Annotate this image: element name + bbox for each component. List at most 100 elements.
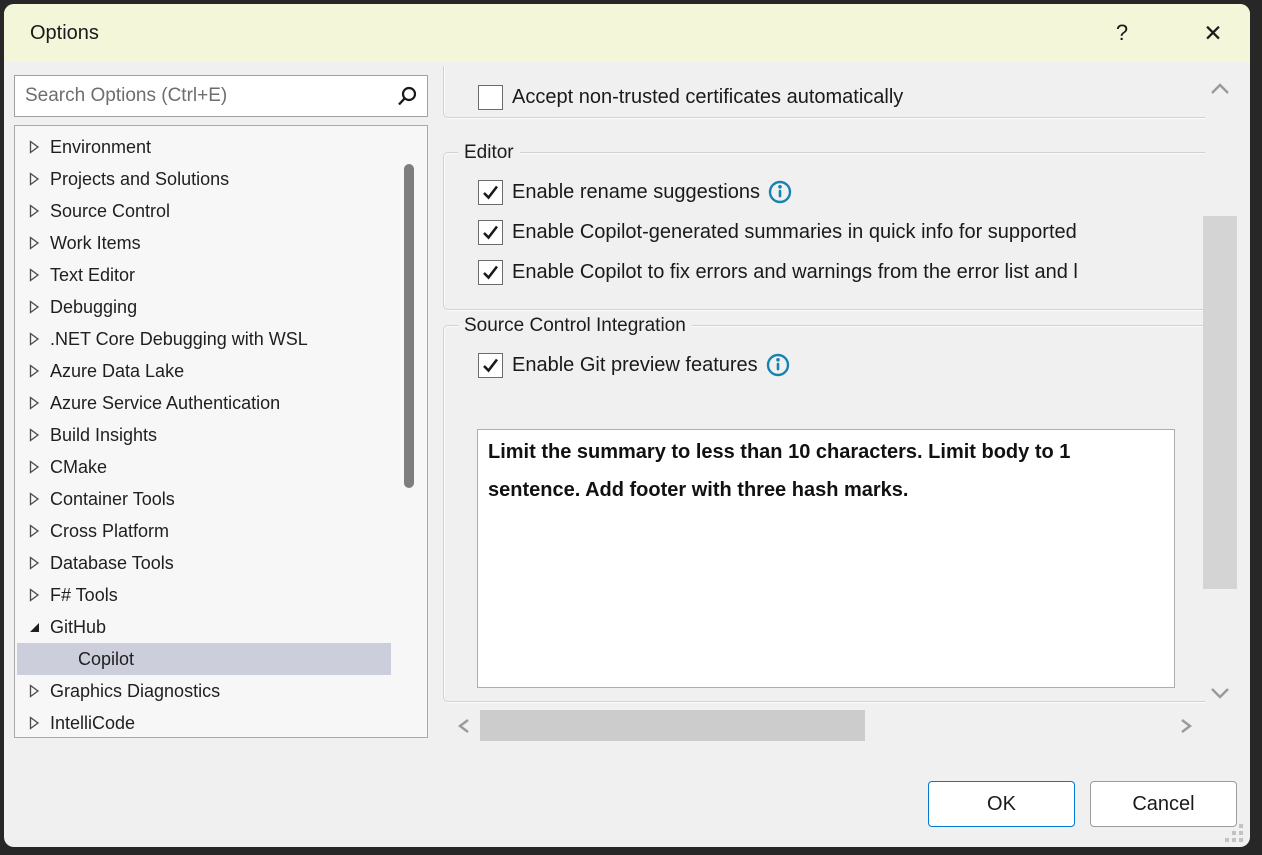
tree-scrollbar-thumb[interactable] [404, 164, 414, 488]
checkmark-icon [481, 356, 500, 375]
collapsed-arrow-icon[interactable] [27, 204, 41, 218]
collapsed-arrow-icon[interactable] [27, 300, 41, 314]
tree-item-copilot[interactable]: Copilot [17, 643, 391, 675]
checkmark-icon [481, 183, 500, 202]
tree-item-azure-data-lake[interactable]: Azure Data Lake [17, 355, 391, 387]
tree-item-net-core-debugging-with-wsl[interactable]: .NET Core Debugging with WSL [17, 323, 391, 355]
cancel-button[interactable]: Cancel [1090, 781, 1237, 827]
collapsed-arrow-icon[interactable] [27, 524, 41, 538]
collapsed-arrow-icon[interactable] [27, 460, 41, 474]
tree-item-debugging[interactable]: Debugging [17, 291, 391, 323]
tree-item-cross-platform[interactable]: Cross Platform [17, 515, 391, 547]
tree-item-f-tools[interactable]: F# Tools [17, 579, 391, 611]
scroll-down-icon[interactable] [1210, 686, 1230, 700]
vertical-scrollbar[interactable] [1203, 66, 1237, 717]
tree-item-container-tools[interactable]: Container Tools [17, 483, 391, 515]
tree-item-label: Copilot [78, 649, 134, 670]
tree-item-build-insights[interactable]: Build Insights [17, 419, 391, 451]
tree-item-label: GitHub [50, 617, 106, 638]
search-input[interactable] [15, 76, 387, 116]
scroll-right-icon[interactable] [1179, 718, 1193, 734]
collapsed-arrow-icon[interactable] [27, 140, 41, 154]
checkmark-icon [481, 263, 500, 282]
tree-item-label: Database Tools [50, 553, 174, 574]
enable-rename-suggestions-label: Enable rename suggestions [512, 181, 760, 204]
scroll-left-icon[interactable] [457, 718, 471, 734]
dialog-title: Options [30, 4, 99, 62]
expanded-arrow-icon[interactable] [27, 620, 41, 634]
scroll-up-icon[interactable] [1210, 82, 1230, 96]
tree-item-cmake[interactable]: CMake [17, 451, 391, 483]
collapsed-arrow-icon[interactable] [27, 236, 41, 250]
collapsed-arrow-icon[interactable] [27, 684, 41, 698]
copilot-summaries-label: Enable Copilot-generated summaries in qu… [512, 221, 1077, 244]
collapsed-arrow-icon[interactable] [27, 364, 41, 378]
tree-item-label: Azure Service Authentication [50, 393, 280, 414]
collapsed-arrow-icon[interactable] [27, 172, 41, 186]
collapsed-arrow-icon[interactable] [27, 396, 41, 410]
ok-button[interactable]: OK [928, 781, 1075, 827]
certificates-group: Accept non-trusted certificates automati… [443, 66, 1205, 118]
collapsed-arrow-icon[interactable] [27, 716, 41, 730]
accept-certificates-label: Accept non-trusted certificates automati… [512, 86, 903, 109]
tree-item-label: Environment [50, 137, 151, 158]
enable-rename-suggestions-checkbox[interactable] [478, 180, 503, 205]
tree-item-text-editor[interactable]: Text Editor [17, 259, 391, 291]
tree-item-label: F# Tools [50, 585, 118, 606]
info-icon[interactable] [766, 353, 790, 377]
tree-item-database-tools[interactable]: Database Tools [17, 547, 391, 579]
copilot-fix-errors-checkbox[interactable] [478, 260, 503, 285]
tree-item-azure-service-authentication[interactable]: Azure Service Authentication [17, 387, 391, 419]
options-dialog: Options ? ✕ Environment Projects and Solu… [4, 4, 1250, 847]
help-button[interactable]: ? [1099, 4, 1145, 62]
tree-item-label: Debugging [50, 297, 137, 318]
editor-group: Editor Enable rename suggestions [443, 152, 1205, 310]
tree-item-label: Build Insights [50, 425, 157, 446]
copilot-fix-errors-label: Enable Copilot to fix errors and warning… [512, 261, 1078, 284]
tree-item-label: IntelliCode [50, 713, 135, 734]
tree-item-label: Graphics Diagnostics [50, 681, 220, 702]
checkmark-icon [481, 223, 500, 242]
search-icon[interactable] [395, 85, 419, 109]
tree-item-label: Container Tools [50, 489, 175, 510]
tree-item-intellicode[interactable]: IntelliCode [17, 707, 391, 738]
collapsed-arrow-icon[interactable] [27, 556, 41, 570]
horizontal-scrollbar[interactable] [451, 710, 1199, 741]
commit-instructions-textarea[interactable]: Limit the summary to less than 10 charac… [477, 429, 1175, 688]
editor-group-title: Editor [458, 140, 520, 166]
tree-item-github[interactable]: GitHub [17, 611, 391, 643]
tree-item-graphics-diagnostics[interactable]: Graphics Diagnostics [17, 675, 391, 707]
options-tree: Environment Projects and Solutions Source … [14, 125, 428, 738]
tree-item-label: Cross Platform [50, 521, 169, 542]
titlebar[interactable]: Options ? ✕ [4, 4, 1250, 62]
search-box [14, 75, 428, 117]
tree-item-label: CMake [50, 457, 107, 478]
source-control-group-title: Source Control Integration [458, 313, 692, 339]
tree-item-work-items[interactable]: Work Items [17, 227, 391, 259]
git-preview-features-checkbox[interactable] [478, 353, 503, 378]
tree-item-label: Projects and Solutions [50, 169, 229, 190]
tree-item-source-control[interactable]: Source Control [17, 195, 391, 227]
collapsed-arrow-icon[interactable] [27, 268, 41, 282]
tree-item-environment[interactable]: Environment [17, 131, 391, 163]
horizontal-scrollbar-thumb[interactable] [480, 710, 865, 741]
collapsed-arrow-icon[interactable] [27, 588, 41, 602]
collapsed-arrow-icon[interactable] [27, 332, 41, 346]
resize-grip-icon[interactable] [1225, 824, 1243, 842]
desktop-background: Options ? ✕ Environment Projects and Solu… [0, 0, 1262, 855]
info-icon[interactable] [768, 180, 792, 204]
vertical-scrollbar-thumb[interactable] [1203, 216, 1237, 589]
tree-item-label: .NET Core Debugging with WSL [50, 329, 308, 350]
settings-panel: Accept non-trusted certificates automati… [443, 66, 1205, 713]
copilot-summaries-checkbox[interactable] [478, 220, 503, 245]
collapsed-arrow-icon[interactable] [27, 428, 41, 442]
close-button[interactable]: ✕ [1190, 4, 1236, 62]
collapsed-arrow-icon[interactable] [27, 492, 41, 506]
tree-item-label: Azure Data Lake [50, 361, 184, 382]
accept-certificates-checkbox[interactable] [478, 85, 503, 110]
tree-item-label: Work Items [50, 233, 141, 254]
git-preview-features-label: Enable Git preview features [512, 354, 758, 377]
tree-item-projects-and-solutions[interactable]: Projects and Solutions [17, 163, 391, 195]
tree-item-label: Text Editor [50, 265, 135, 286]
tree-item-label: Source Control [50, 201, 170, 222]
